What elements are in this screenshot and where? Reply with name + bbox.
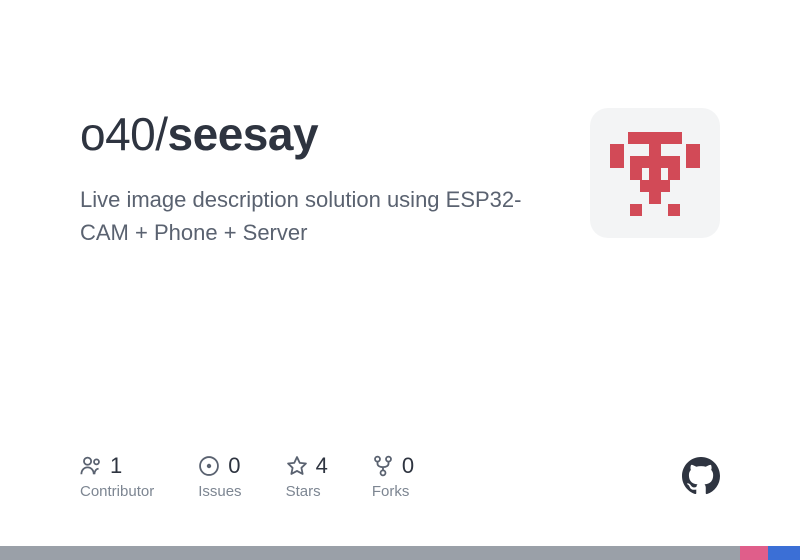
- avatar[interactable]: [590, 108, 720, 238]
- bar-segment-blue: [768, 546, 800, 560]
- language-bar: [0, 546, 800, 560]
- stat-count: 4: [316, 455, 328, 477]
- stat-label: Stars: [286, 483, 321, 500]
- stat-contributors[interactable]: 1 Contributor: [80, 455, 154, 500]
- bar-segment-pink: [740, 546, 768, 560]
- stat-count: 1: [110, 455, 122, 477]
- issue-icon: [198, 455, 220, 477]
- stat-label: Contributor: [80, 483, 154, 500]
- repo-description: Live image description solution using ES…: [80, 183, 540, 249]
- bar-segment-gray: [0, 546, 740, 560]
- repo-separator: /: [155, 108, 167, 160]
- stat-issues[interactable]: 0 Issues: [198, 455, 241, 500]
- github-icon[interactable]: [682, 457, 720, 495]
- stat-count: 0: [228, 455, 240, 477]
- stat-label: Issues: [198, 483, 241, 500]
- stats-list: 1 Contributor 0 Issues 4 Stars: [80, 455, 414, 500]
- stat-count: 0: [402, 455, 414, 477]
- stat-forks[interactable]: 0 Forks: [372, 455, 414, 500]
- repo-title: o40/seesay: [80, 108, 550, 161]
- star-icon: [286, 455, 308, 477]
- repo-name[interactable]: seesay: [168, 108, 319, 160]
- stat-stars[interactable]: 4 Stars: [286, 455, 328, 500]
- fork-icon: [372, 455, 394, 477]
- repo-owner[interactable]: o40: [80, 108, 155, 160]
- avatar-icon: [610, 128, 700, 218]
- stat-label: Forks: [372, 483, 410, 500]
- people-icon: [80, 455, 102, 477]
